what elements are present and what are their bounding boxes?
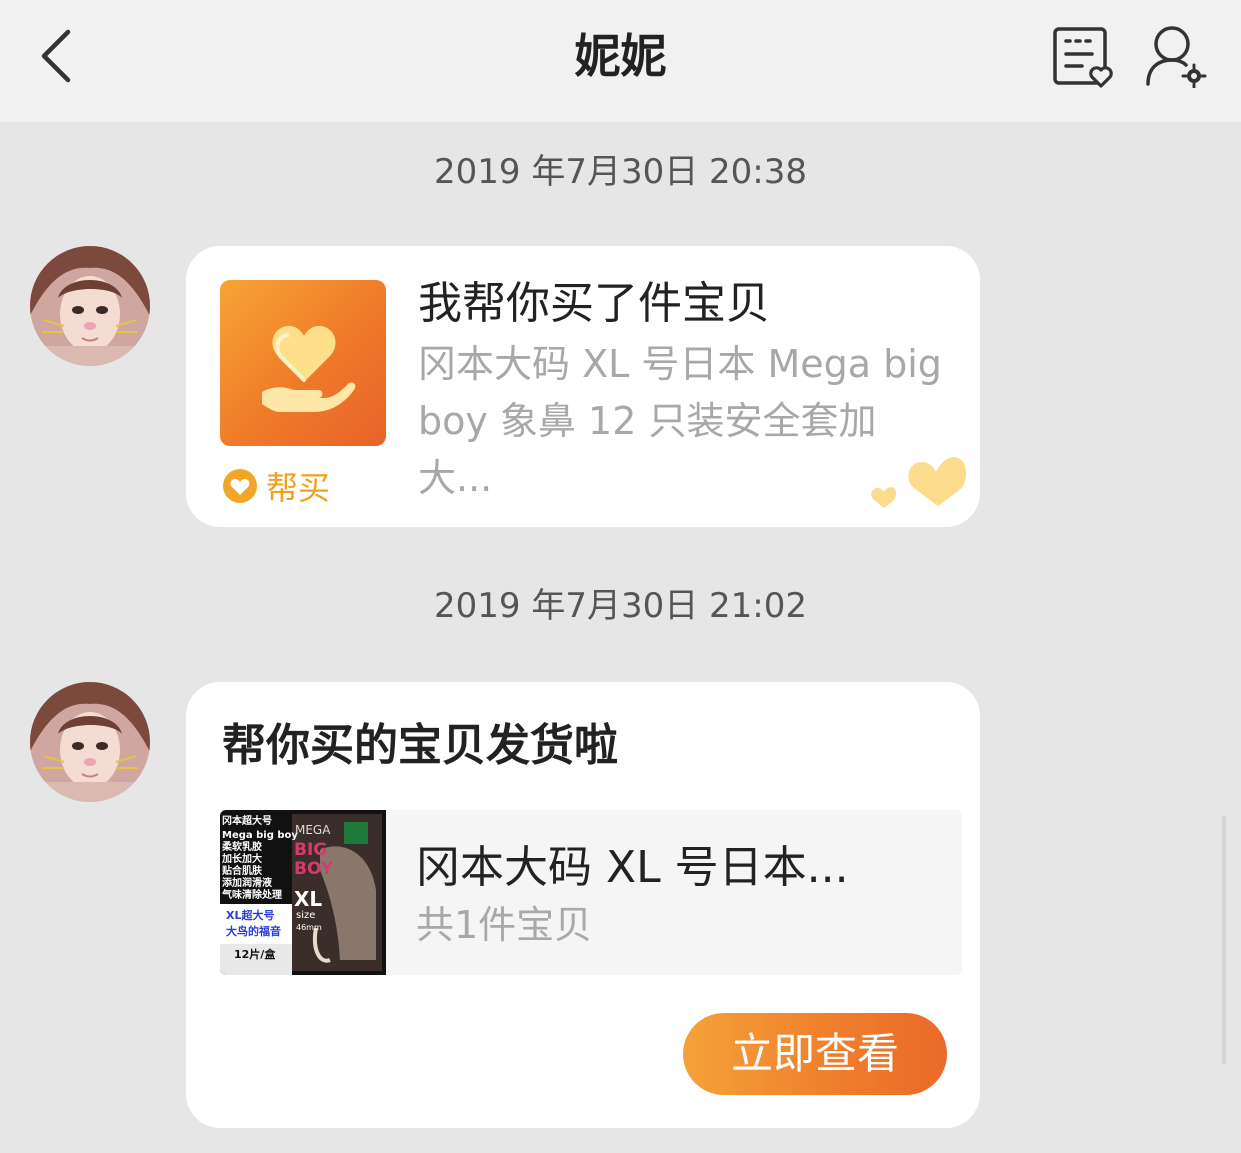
box-label: 46mm: [296, 923, 322, 932]
avatar[interactable]: [30, 246, 150, 366]
box-label: MEGA: [295, 823, 331, 837]
scrollbar[interactable]: [1222, 815, 1226, 1065]
timestamp: 2019 年7月30日 20:38: [433, 152, 808, 192]
box-label: size: [296, 910, 315, 921]
help-buy-tag: 帮买: [222, 464, 330, 508]
box-label: BIG: [294, 840, 327, 860]
product-text: 加长加大: [221, 852, 262, 865]
avatar[interactable]: [30, 682, 150, 802]
product-text: 大鸟的福音: [226, 924, 281, 938]
heart-in-hand-icon: [220, 280, 386, 446]
view-now-button[interactable]: 立即查看: [683, 1013, 947, 1095]
user-settings-icon[interactable]: [1142, 22, 1208, 88]
heart-badge-icon: [223, 469, 257, 503]
product-text: 贴合肌肤: [221, 864, 263, 877]
product-text: 冈本超大号: [222, 814, 272, 827]
product-text: 添加润滑液: [222, 876, 272, 889]
product-text: XL超大号: [226, 908, 275, 922]
shipping-card[interactable]: 帮你买的宝贝发货啦 MEGA BIG BOY XL size 46mm 冈本超大…: [186, 682, 980, 1128]
card-title: 帮你买的宝贝发货啦: [222, 720, 618, 771]
gift-purchase-card[interactable]: 我帮你买了件宝贝 冈本大码 XL 号日本 Mega big boy 象鼻 12 …: [186, 246, 980, 527]
goods-count: 共1件宝贝: [416, 903, 593, 947]
box-label: BOY: [294, 859, 334, 879]
goods-description-line: 冈本大码 XL 号日本 Mega big: [418, 342, 942, 386]
timestamp: 2019 年7月30日 21:02: [433, 586, 808, 626]
product-text: Mega big boy: [222, 830, 298, 841]
tag-label: 帮买: [266, 469, 331, 507]
decorative-hearts-icon: [871, 457, 967, 508]
nav-bar: 妮妮: [0, 0, 1241, 122]
product-text: 气味清除处理: [221, 888, 282, 901]
product-image[interactable]: MEGA BIG BOY XL size 46mm 冈本超大号 Mega big…: [220, 810, 386, 975]
goods-item[interactable]: MEGA BIG BOY XL size 46mm 冈本超大号 Mega big…: [220, 810, 962, 975]
favorites-list-icon[interactable]: [1052, 26, 1116, 88]
card-title: 我帮你买了件宝贝: [418, 278, 770, 329]
goods-name: 冈本大码 XL 号日本...: [416, 842, 849, 893]
product-text: 12片/盒: [234, 947, 276, 961]
product-text: 柔软乳胶: [221, 840, 262, 853]
box-label: XL: [294, 887, 322, 911]
